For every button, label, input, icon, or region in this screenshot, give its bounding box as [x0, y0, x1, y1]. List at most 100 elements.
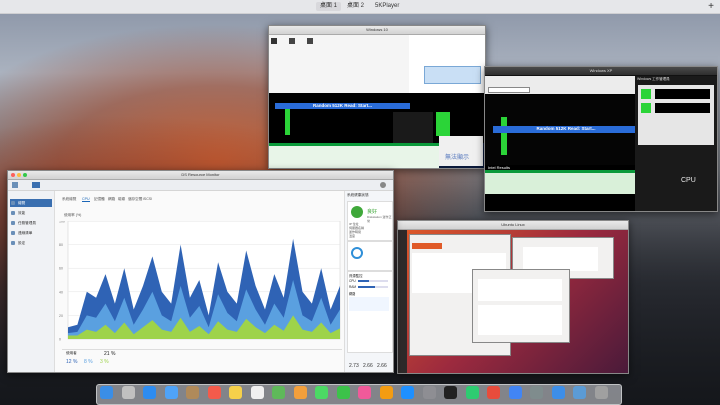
preferences-icon[interactable]: [422, 386, 436, 399]
connection-icon: [11, 231, 15, 235]
contacts-icon[interactable]: [186, 386, 199, 399]
bench-status-banner: Random 512K Read: Start...: [275, 103, 410, 109]
watermark-box: [439, 136, 483, 166]
ubuntu-titlebar[interactable]: Ubuntu Linux: [398, 221, 628, 230]
reminders-icon[interactable]: [250, 386, 264, 399]
cpu-label: CPU: [349, 279, 356, 283]
facetime-icon[interactable]: [336, 386, 350, 399]
dsm-icon[interactable]: [32, 182, 40, 188]
minimize-button[interactable]: [17, 173, 21, 177]
bench-meter: [436, 112, 450, 136]
bench-window-right[interactable]: Windows XP Random 512K Read: Start... In…: [484, 66, 718, 212]
tab-iscsi[interactable]: iSCSI: [143, 197, 152, 201]
itunes-icon[interactable]: [358, 386, 371, 399]
folder-icon[interactable]: [551, 386, 565, 399]
net-graph: [349, 297, 389, 311]
watermark-text: 無法顯示: [445, 155, 470, 161]
health-check-icon: [351, 206, 363, 218]
zoom-button[interactable]: [23, 173, 27, 177]
sidebar-item-settings[interactable]: 設定: [10, 239, 52, 247]
results-grid: [485, 170, 635, 194]
y-tick-label: 40: [59, 290, 63, 294]
safari-icon[interactable]: [143, 386, 156, 399]
mem-history: [655, 103, 710, 113]
tab-disk[interactable]: 磁碟: [118, 197, 125, 202]
sidebar-item-label: 效能: [18, 211, 26, 215]
monitor-graph-2: [478, 279, 562, 301]
summary-user: 12 %: [66, 359, 78, 365]
bench-window-top[interactable]: Windows 10 Random 512K Read: Start... 無法…: [268, 25, 486, 169]
storage-ring-icon: [351, 247, 363, 259]
task-manager-title: Windows 工作管理員: [637, 77, 670, 81]
sidebar-item-label: 連線清單: [18, 231, 33, 235]
sidebar-item-overview[interactable]: 總覽: [10, 199, 52, 207]
bench-right-titlebar[interactable]: Windows XP: [485, 67, 717, 76]
close-button[interactable]: [11, 173, 15, 177]
file-icon: [289, 38, 295, 44]
results-grid-header: [485, 170, 635, 173]
bench-right-banner: Random 512K Read: Start...: [493, 126, 639, 133]
bench-right-bar: [501, 117, 507, 155]
tab-network[interactable]: 網路: [108, 197, 115, 202]
appstore-icon[interactable]: [401, 386, 414, 399]
chrome-icon[interactable]: [508, 386, 522, 399]
tab-memory[interactable]: 記憶體: [94, 197, 105, 202]
bench-right-watermark: CPU: [681, 177, 696, 184]
main-titlebar[interactable]: DS Resource Monitor: [8, 171, 393, 180]
terminal-icon[interactable]: [444, 386, 457, 399]
results-header: [269, 143, 439, 146]
chart-label: 使用率 (%): [64, 213, 82, 217]
messages-icon[interactable]: [315, 386, 328, 399]
y-tick-label: 0: [59, 338, 61, 342]
task-icon: [11, 221, 15, 225]
space-tab-1[interactable]: 桌面 1: [316, 2, 342, 11]
space-tab-5kplayer[interactable]: 5KPlayer: [371, 2, 403, 11]
launchpad-icon[interactable]: [121, 386, 135, 399]
ubuntu-window[interactable]: Ubuntu Linux: [397, 220, 629, 374]
tab-cpu[interactable]: CPU: [82, 197, 90, 202]
activity-icon[interactable]: [465, 386, 479, 399]
photos-icon[interactable]: [293, 386, 307, 399]
maps-icon[interactable]: [272, 386, 285, 399]
downloads-icon[interactable]: [573, 386, 586, 399]
monitor-tab[interactable]: [412, 243, 442, 249]
load-1: 2.73: [349, 363, 359, 369]
sidebar-item-label: 總覽: [18, 201, 26, 205]
space-tab-2[interactable]: 桌面 2: [343, 2, 368, 11]
ram-fill: [358, 286, 375, 288]
sidebar-item-connections[interactable]: 連線清單: [10, 229, 52, 237]
sidebar-item-performance[interactable]: 效能: [10, 209, 52, 217]
net-label: 網路: [349, 292, 356, 296]
5kplayer-icon[interactable]: [487, 386, 500, 399]
sidebar-item-tasks[interactable]: 任務管理員: [10, 219, 52, 227]
load-15: 2.66: [377, 363, 387, 369]
finder-icon[interactable]: [100, 386, 113, 399]
ibooks-icon[interactable]: [379, 386, 393, 399]
file-icon: [307, 38, 313, 44]
cpu-history: [655, 89, 710, 99]
main-window[interactable]: DS Resource Monitor 總覽 效能 任務管理員 連線清單 設定 …: [7, 170, 394, 373]
settings-icon: [11, 241, 15, 245]
summary-system: 8 %: [84, 359, 93, 365]
mem-meter: [641, 103, 651, 113]
results-table: [269, 143, 439, 168]
menu-icon[interactable]: [12, 182, 18, 188]
trash-icon[interactable]: [594, 386, 608, 399]
tab-overview[interactable]: 系統總覽: [62, 197, 76, 202]
notes-icon[interactable]: [229, 386, 242, 399]
overview-icon: [11, 201, 15, 205]
drive-select[interactable]: [488, 87, 530, 93]
user-icon[interactable]: [380, 182, 386, 188]
status-panel-title: 系統健康狀態: [347, 193, 369, 197]
mail-icon[interactable]: [164, 386, 178, 399]
ubuntu-launcher: [398, 230, 407, 373]
cpu-chart: 100 80 60 40 20 0: [59, 221, 341, 342]
tab-volume[interactable]: 儲存空間: [128, 197, 142, 202]
add-space-button[interactable]: +: [708, 0, 714, 13]
legend-user: 使用者: [66, 351, 77, 355]
vm-icon[interactable]: [530, 386, 543, 399]
resource-title: 資源監控: [349, 274, 363, 278]
bench-top-titlebar[interactable]: Windows 10: [269, 26, 485, 35]
calendar-icon[interactable]: [207, 386, 221, 399]
perf-pane: [409, 35, 485, 93]
